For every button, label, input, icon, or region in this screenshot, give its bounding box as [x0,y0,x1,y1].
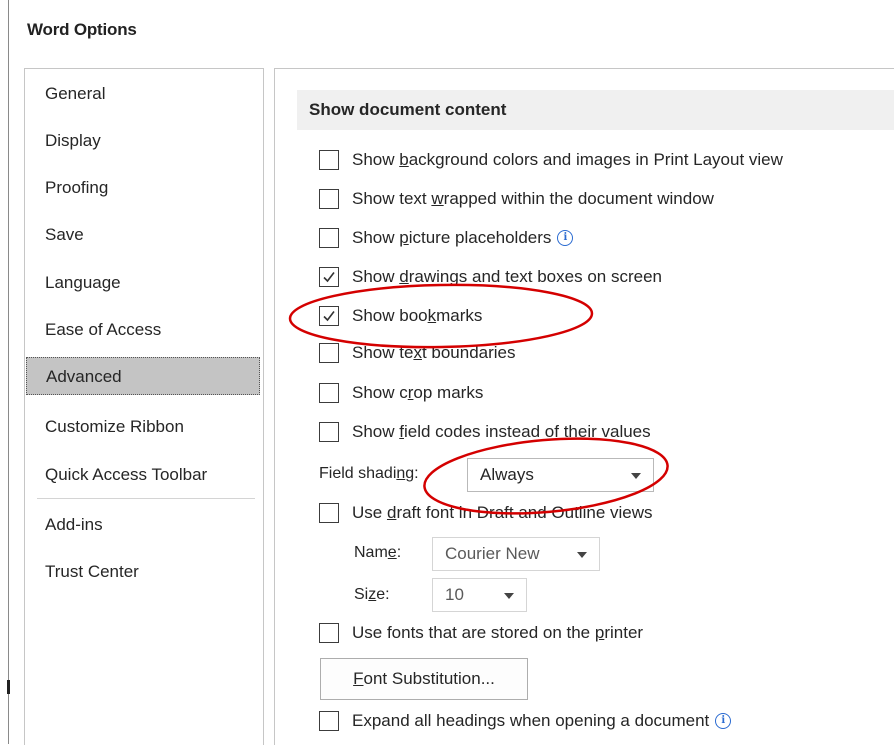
option-show-crop-marks[interactable]: Show crop marks [319,383,483,403]
chevron-down-icon [631,473,641,479]
option-show-text-wrapped[interactable]: Show text wrapped within the document wi… [319,189,714,209]
checkmark-icon [323,311,335,322]
option-label: Use fonts that are stored on the printer [352,623,644,642]
option-label: Use draft font in Draft and Outline view… [352,503,653,522]
checkbox-checked[interactable] [319,306,339,326]
dialog-title: Word Options [27,20,137,39]
option-label: Expand all headings when opening a docum… [352,711,710,730]
nav-item-save[interactable]: Save [26,216,260,254]
option-show-text-boundaries[interactable]: Show text boundaries [319,343,516,363]
checkbox[interactable] [319,150,339,170]
window-left-edge [8,0,9,744]
window-edge-marker [7,680,10,694]
checkbox[interactable] [319,422,339,442]
checkbox[interactable] [319,503,339,523]
checkbox-checked[interactable] [319,267,339,287]
draft-font-size-dropdown[interactable]: 10 [432,578,527,612]
checkbox[interactable] [319,189,339,209]
nav-item-advanced[interactable]: Advanced [26,357,260,395]
checkbox[interactable] [319,623,339,643]
nav-item-add-ins[interactable]: Add-ins [26,506,260,544]
option-use-draft-font[interactable]: Use draft font in Draft and Outline view… [319,503,653,523]
chevron-down-icon [577,552,587,558]
options-nav: General Display Proofing Save Language E… [24,68,264,745]
draft-font-size-label: Size: [354,586,390,603]
nav-separator [37,498,255,499]
option-show-picture-placeholders[interactable]: Show picture placeholders i [319,228,574,248]
checkbox[interactable] [319,711,339,731]
option-label: Show crop marks [352,383,484,402]
draft-font-name-dropdown[interactable]: Courier New [432,537,600,571]
nav-item-display[interactable]: Display [26,122,260,160]
info-circle-icon[interactable]: i [557,230,574,246]
draft-font-name-value: Courier New [445,544,540,563]
option-label: Show text boundaries [352,343,516,362]
nav-item-proofing[interactable]: Proofing [26,169,260,207]
checkbox[interactable] [319,383,339,403]
draft-font-name-label: Name: [354,544,402,561]
checkmark-icon [323,272,335,283]
option-label: Show bookmarks [352,306,483,325]
nav-item-quick-access-toolbar[interactable]: Quick Access Toolbar [26,456,260,494]
option-show-bookmarks[interactable]: Show bookmarks [319,306,482,326]
checkbox[interactable] [319,228,339,248]
nav-item-language[interactable]: Language [26,264,260,302]
draft-font-size-value: 10 [445,585,464,604]
option-expand-headings[interactable]: Expand all headings when opening a docum… [319,711,732,731]
nav-item-trust-center[interactable]: Trust Center [26,553,260,591]
option-label: Show field codes instead of their values [352,422,651,441]
checkbox[interactable] [319,343,339,363]
option-use-printer-fonts[interactable]: Use fonts that are stored on the printer [319,623,643,643]
chevron-down-icon [504,593,514,599]
option-show-background-colors[interactable]: Show background colors and images in Pri… [319,150,783,170]
font-substitution-button[interactable]: Font Substitution... [320,658,528,700]
option-label: Show text wrapped within the document wi… [352,189,714,208]
option-label: Show background colors and images in Pri… [352,150,783,169]
option-label: Show picture placeholders [352,228,552,247]
nav-item-general[interactable]: General [26,75,260,113]
nav-item-customize-ribbon[interactable]: Customize Ribbon [26,408,260,446]
option-show-field-codes[interactable]: Show field codes instead of their values [319,422,651,442]
field-shading-dropdown[interactable]: Always [467,458,654,492]
section-title: Show document content [297,90,894,130]
field-shading-label: Field shading: [319,465,419,482]
info-circle-icon[interactable]: i [715,713,732,729]
field-shading-value: Always [480,465,534,484]
option-show-drawings[interactable]: Show drawings and text boxes on screen [319,267,662,287]
option-label: Show drawings and text boxes on screen [352,267,662,286]
nav-item-ease-of-access[interactable]: Ease of Access [26,311,260,349]
